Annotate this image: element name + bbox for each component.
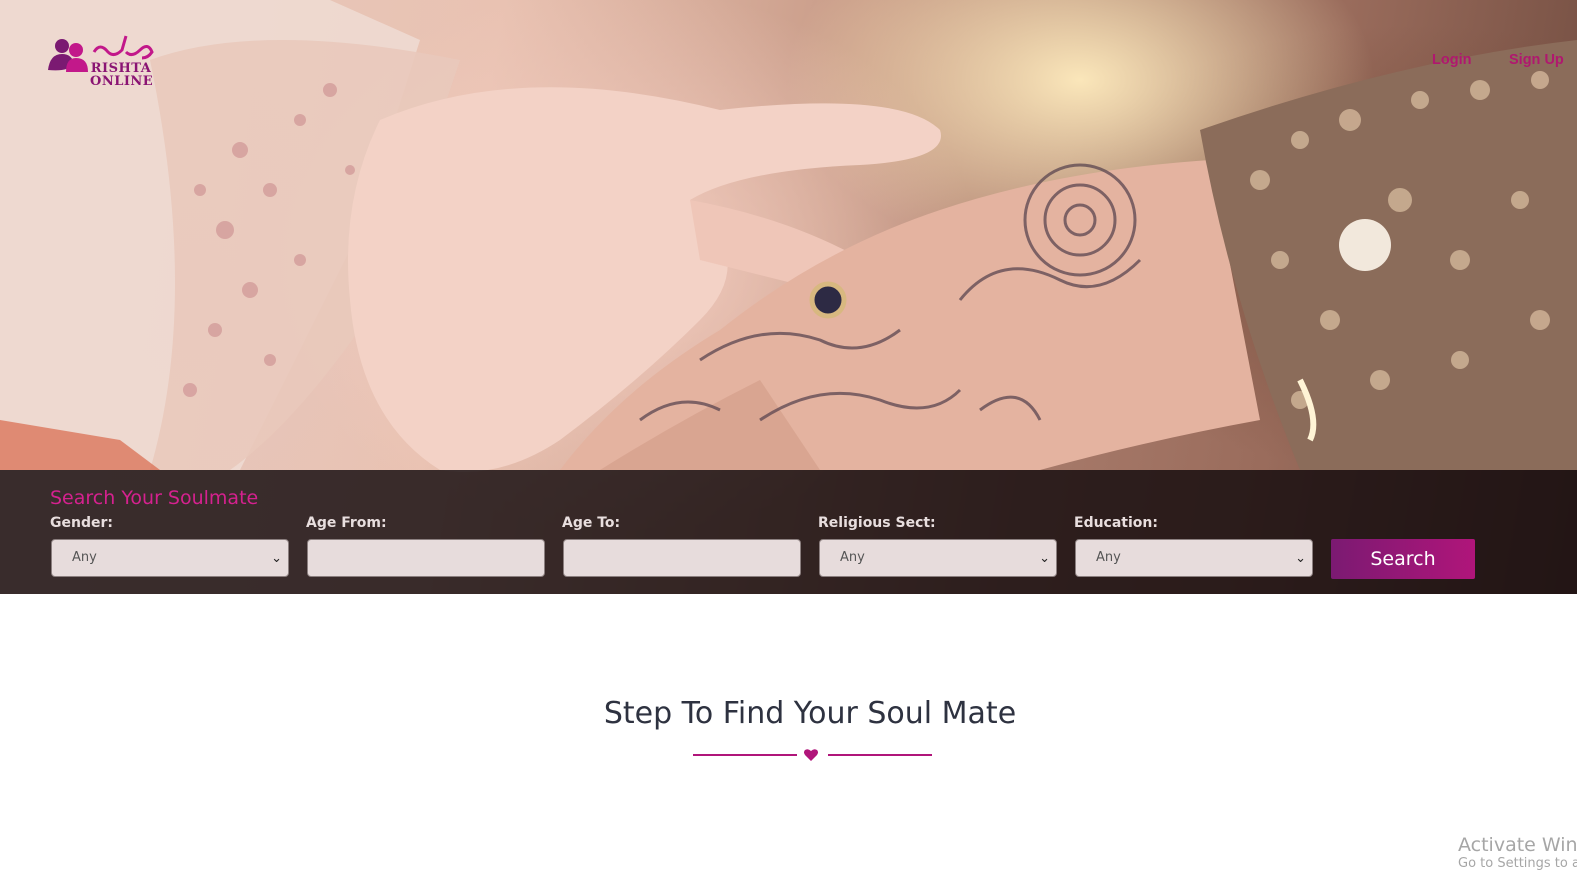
chevron-down-icon: ⌄ bbox=[271, 551, 282, 566]
watermark-line1: Activate Windows bbox=[1458, 834, 1577, 856]
age-to-input[interactable] bbox=[563, 539, 801, 577]
education-label: Education: bbox=[1074, 515, 1158, 531]
watermark-line2: Go to Settings to activate Windows. bbox=[1458, 856, 1577, 871]
gender-select-value: Any bbox=[72, 550, 97, 565]
section-title: Step To Find Your Soul Mate bbox=[603, 696, 1017, 731]
chevron-down-icon: ⌄ bbox=[1039, 551, 1050, 566]
search-title: Search Your Soulmate bbox=[50, 487, 259, 509]
chevron-down-icon: ⌄ bbox=[1295, 551, 1306, 566]
gender-label: Gender: bbox=[50, 515, 113, 531]
signup-link[interactable]: Sign Up bbox=[1509, 52, 1564, 68]
activate-windows-watermark: Activate Windows Go to Settings to activ… bbox=[1458, 834, 1577, 871]
page: RISHTA ONLINE Login Sign Up Search Your … bbox=[0, 0, 1577, 871]
gender-select[interactable]: Any ⌄ bbox=[51, 539, 289, 577]
religious-sect-label: Religious Sect: bbox=[818, 515, 936, 531]
age-to-label: Age To: bbox=[562, 515, 621, 531]
religious-sect-select-value: Any bbox=[840, 550, 865, 565]
login-link[interactable]: Login bbox=[1432, 52, 1471, 68]
education-select[interactable]: Any ⌄ bbox=[1075, 539, 1313, 577]
logo-text-line2: ONLINE bbox=[90, 74, 154, 89]
heart-icon bbox=[804, 749, 818, 761]
age-from-input[interactable] bbox=[307, 539, 545, 577]
religious-sect-select[interactable]: Any ⌄ bbox=[819, 539, 1057, 577]
logo-wordmark: RISHTA ONLINE bbox=[90, 62, 154, 89]
age-from-label: Age From: bbox=[306, 515, 387, 531]
divider-line-right bbox=[828, 754, 932, 756]
search-button[interactable]: Search bbox=[1331, 539, 1475, 579]
education-select-value: Any bbox=[1096, 550, 1121, 565]
divider-line-left bbox=[693, 754, 797, 756]
